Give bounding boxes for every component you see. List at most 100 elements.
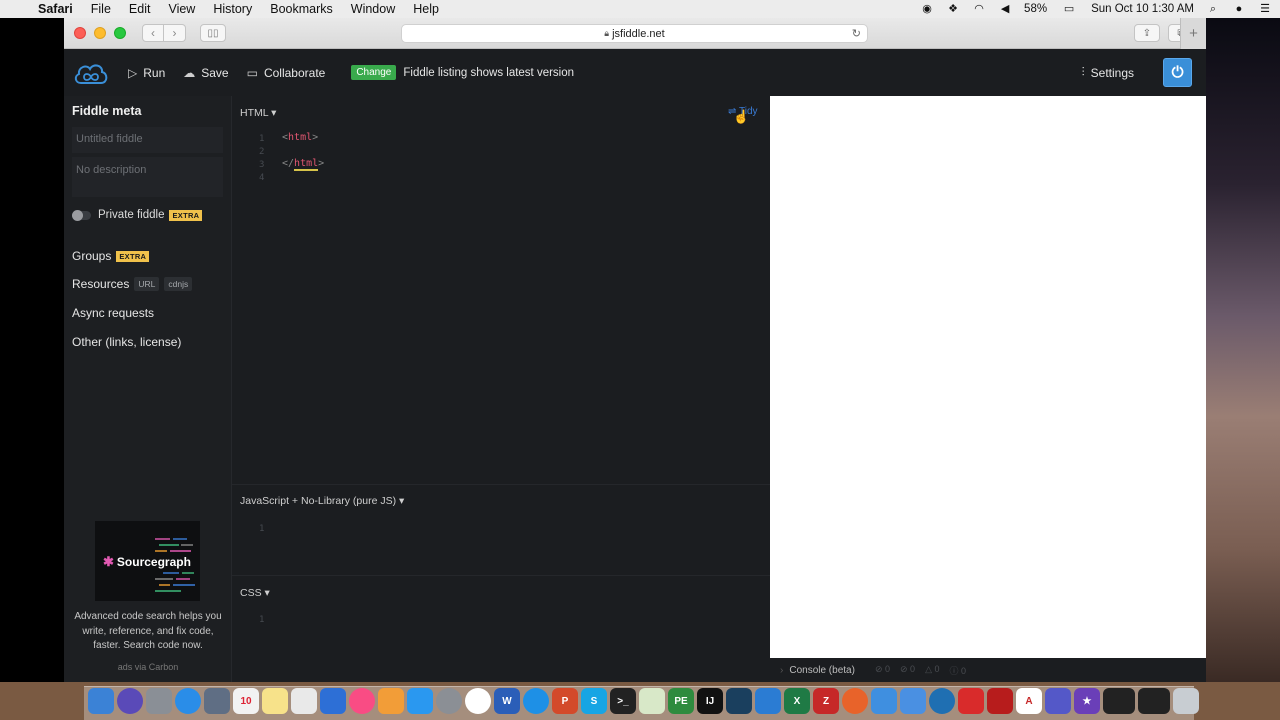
save-button[interactable]: ☁ Save: [183, 66, 228, 80]
filezilla-icon[interactable]: Z: [813, 688, 839, 714]
address-bar[interactable]: 🔒︎ jsfiddle.net ↻: [401, 24, 868, 43]
battery-percent[interactable]: 58%: [1024, 3, 1047, 15]
minimized-window-1[interactable]: [1103, 688, 1135, 714]
anydesk-icon[interactable]: [958, 688, 984, 714]
notification-center-icon[interactable]: ☰: [1258, 3, 1272, 15]
resources-url-pill[interactable]: URL: [134, 277, 160, 291]
js-panel-label[interactable]: JavaScript + No-Library (pure JS) ▾: [240, 495, 404, 507]
private-fiddle-toggle[interactable]: [72, 209, 91, 221]
numbers-icon[interactable]: [291, 688, 317, 714]
system-preferences-icon[interactable]: [436, 688, 462, 714]
sidebar-item-resources[interactable]: Resources URL cdnjs: [72, 277, 231, 291]
login-power-button[interactable]: ⏻: [1163, 58, 1192, 87]
console-bar[interactable]: › Console (beta) ⊘ 0 ⊘ 0 △ 0 ⓘ 0: [770, 658, 1206, 682]
html-panel-title: HTML: [240, 107, 269, 119]
vscode-icon[interactable]: [755, 688, 781, 714]
preview-icon[interactable]: [204, 688, 230, 714]
launchpad-icon[interactable]: [146, 688, 172, 714]
menu-edit[interactable]: Edit: [129, 2, 151, 16]
chrome-icon[interactable]: [465, 688, 491, 714]
zeplin-icon[interactable]: [726, 688, 752, 714]
record-icon[interactable]: ◉: [920, 3, 934, 15]
music-icon[interactable]: [349, 688, 375, 714]
jsfiddle-logo[interactable]: [72, 58, 110, 88]
intellij-icon[interactable]: IJ: [697, 688, 723, 714]
menu-app-name[interactable]: Safari: [38, 2, 73, 16]
notes-icon[interactable]: [262, 688, 288, 714]
trash-icon[interactable]: [1173, 688, 1199, 714]
ad-text[interactable]: Advanced code search helps you write, re…: [70, 610, 226, 654]
collaborate-button[interactable]: ▭ Collaborate: [247, 66, 326, 80]
books-icon[interactable]: [378, 688, 404, 714]
macos-menubar: Safari File Edit View History Bookmarks …: [0, 0, 1280, 18]
word-icon[interactable]: W: [494, 688, 520, 714]
xcode-icon[interactable]: [871, 688, 897, 714]
fiddle-description-input[interactable]: No description: [72, 157, 223, 197]
settings-button[interactable]: ⫶ Settings: [1082, 65, 1134, 80]
excel-icon[interactable]: X: [784, 688, 810, 714]
menu-history[interactable]: History: [213, 2, 252, 16]
menu-window[interactable]: Window: [351, 2, 395, 16]
ad-brand: ✱ Sourcegraph: [103, 554, 191, 570]
access-icon[interactable]: A: [1016, 688, 1042, 714]
ad-via-carbon[interactable]: ads via Carbon: [70, 662, 226, 672]
powerpoint-icon[interactable]: P: [552, 688, 578, 714]
reload-icon[interactable]: ↻: [852, 27, 861, 40]
sidebar-item-async-requests[interactable]: Async requests: [72, 306, 231, 320]
dropbox-icon[interactable]: ❖: [946, 3, 960, 15]
resources-cdnjs-pill[interactable]: cdnjs: [164, 277, 193, 291]
firefox-icon[interactable]: [842, 688, 868, 714]
panel-divider[interactable]: [232, 484, 770, 485]
html-panel-label[interactable]: HTML ▾: [240, 107, 276, 119]
menu-view[interactable]: View: [168, 2, 195, 16]
panel-divider[interactable]: [232, 575, 770, 576]
app-store-icon[interactable]: [407, 688, 433, 714]
wifi-icon[interactable]: ◠: [972, 3, 986, 15]
acrobat-icon[interactable]: [987, 688, 1013, 714]
imovie-icon[interactable]: ★: [1074, 688, 1100, 714]
minimized-window-2[interactable]: [1138, 688, 1170, 714]
terminal-icon[interactable]: >_: [610, 688, 636, 714]
extra-badge: EXTRA: [116, 250, 150, 262]
run-button[interactable]: ▷ Run: [128, 66, 165, 80]
sidebar-toggle-button[interactable]: ▯▯: [200, 24, 226, 42]
fiddle-title-input[interactable]: Untitled fiddle: [72, 127, 223, 153]
teamviewer-icon[interactable]: [523, 688, 549, 714]
keynote-icon[interactable]: [320, 688, 346, 714]
menu-bookmarks[interactable]: Bookmarks: [270, 2, 333, 16]
css-panel-label[interactable]: CSS ▾: [240, 587, 270, 599]
clock[interactable]: Sun Oct 10 1:30 AM: [1091, 3, 1194, 15]
sourcegraph-ad-image[interactable]: ✱ Sourcegraph: [95, 521, 200, 601]
console-count-error: ⊘ 0: [874, 663, 890, 674]
skype-icon[interactable]: S: [581, 688, 607, 714]
textedit-icon[interactable]: [639, 688, 665, 714]
siri-icon[interactable]: ●: [1232, 3, 1246, 15]
forward-button[interactable]: ›: [164, 24, 186, 42]
quicktime-icon[interactable]: [929, 688, 955, 714]
safari-icon[interactable]: [175, 688, 201, 714]
listing-note: Fiddle listing shows latest version: [403, 66, 575, 79]
change-button[interactable]: Change: [351, 65, 397, 80]
siri-icon[interactable]: [117, 688, 143, 714]
battery-icon[interactable]: ▭: [1059, 3, 1079, 15]
back-button[interactable]: ‹: [142, 24, 164, 42]
folder-icon[interactable]: [900, 688, 926, 714]
teams-icon[interactable]: [1045, 688, 1071, 714]
new-tab-button[interactable]: +: [1180, 18, 1206, 49]
volume-icon[interactable]: ◀: [998, 3, 1012, 15]
pycharm-edu-icon[interactable]: PE: [668, 688, 694, 714]
close-window-button[interactable]: [74, 27, 86, 39]
zoom-window-button[interactable]: [114, 27, 126, 39]
menu-file[interactable]: File: [91, 2, 111, 16]
calendar-icon[interactable]: 10: [233, 688, 259, 714]
finder-icon[interactable]: [88, 688, 114, 714]
menu-help[interactable]: Help: [413, 2, 439, 16]
settings-label: Settings: [1090, 65, 1134, 80]
sidebar-item-groups[interactable]: Groups EXTRA: [72, 249, 231, 263]
spotlight-search-icon[interactable]: ⌕: [1206, 3, 1220, 15]
share-button[interactable]: ⇪: [1134, 24, 1160, 42]
result-frame[interactable]: [770, 96, 1206, 658]
sidebar-item-other[interactable]: Other (links, license): [72, 335, 231, 349]
code-line: </html>: [282, 158, 325, 171]
minimize-window-button[interactable]: [94, 27, 106, 39]
